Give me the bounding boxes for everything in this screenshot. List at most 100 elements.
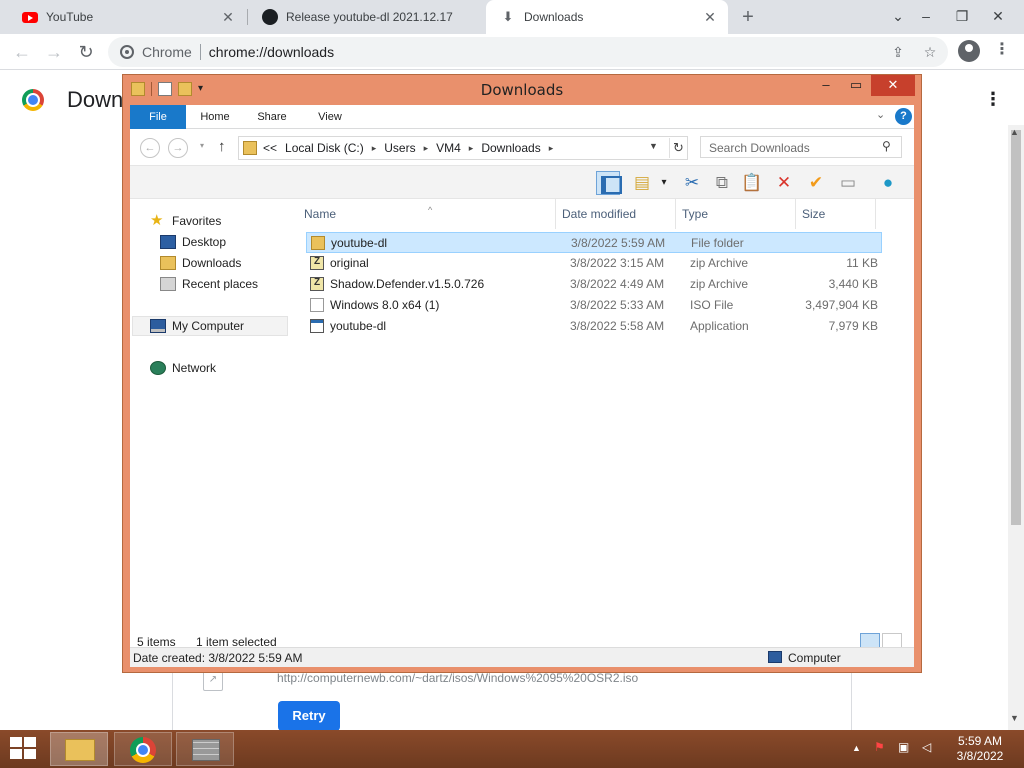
close-icon[interactable]: ✕ xyxy=(702,9,718,25)
organize-dropdown-icon[interactable]: ▾ xyxy=(652,171,676,195)
address-bar[interactable]: Chrome chrome://downloads ⇪ ☆ xyxy=(108,37,948,67)
close-window-button[interactable]: ✕ xyxy=(984,4,1012,28)
page-menu-icon[interactable]: ⋮ xyxy=(984,89,1002,110)
chevron-right-icon[interactable]: ▸ xyxy=(424,143,429,154)
minimize-button[interactable]: – xyxy=(912,4,940,28)
expand-ribbon-icon[interactable]: ⌄ xyxy=(876,108,885,121)
close-window-button[interactable]: ✕ xyxy=(871,75,915,96)
breadcrumb-downloads[interactable]: Downloads xyxy=(481,141,540,155)
folder-icon[interactable] xyxy=(131,82,145,96)
refresh-icon[interactable]: ↻ xyxy=(669,138,687,158)
retry-button[interactable]: Retry xyxy=(278,701,340,731)
network-icon xyxy=(150,361,166,375)
star-icon: ★ xyxy=(150,212,164,229)
chevron-right-icon[interactable]: ▸ xyxy=(549,143,554,154)
ribbon-tab-file[interactable]: File xyxy=(130,105,186,129)
omnibox-origin: Chrome xyxy=(142,44,192,60)
column-header-date[interactable]: Date modified xyxy=(556,199,676,229)
file-row[interactable]: Shadow.Defender.v1.5.0.726 3/8/2022 4:49 … xyxy=(306,274,882,295)
network-tray-icon[interactable]: ▣ xyxy=(898,740,909,754)
page-scrollbar[interactable] xyxy=(1008,125,1024,730)
restore-button[interactable]: ❐ xyxy=(948,4,976,28)
column-header-size[interactable]: Size xyxy=(796,199,876,229)
properties-icon[interactable] xyxy=(158,82,172,96)
tab-youtube[interactable]: YouTube ✕ xyxy=(8,0,246,34)
new-tab-button[interactable]: + xyxy=(738,7,758,27)
download-url[interactable]: http://computernewb.com/~dartz/isos/Wind… xyxy=(277,671,638,685)
ribbon-tab-view[interactable]: View xyxy=(304,105,356,129)
column-header-name[interactable]: Name ^ xyxy=(298,199,556,229)
action-center-flag-icon[interactable]: ⚑ xyxy=(874,740,885,754)
copy-icon[interactable]: ⧉ xyxy=(710,171,734,195)
scroll-up-icon[interactable]: ▲ xyxy=(1010,127,1019,137)
bookmark-star-icon[interactable]: ☆ xyxy=(918,37,942,67)
start-button[interactable] xyxy=(10,737,38,761)
nav-downloads[interactable]: Downloads xyxy=(160,253,241,273)
recent-locations-icon[interactable]: ▾ xyxy=(200,141,204,150)
rename-icon[interactable]: ▭ xyxy=(836,171,860,195)
up-button[interactable]: ↑ xyxy=(218,138,226,155)
breadcrumb-local-disk[interactable]: Local Disk (C:) xyxy=(285,141,364,155)
delete-icon[interactable]: ✕ xyxy=(772,171,796,195)
close-icon[interactable]: ✕ xyxy=(220,9,236,25)
ribbon: File Home Share View ⌄ ? xyxy=(130,105,914,129)
tab-downloads[interactable]: ⬇ Downloads ✕ xyxy=(486,0,728,34)
chrome-menu-icon[interactable]: ⋮ xyxy=(994,42,1010,58)
new-folder-icon[interactable] xyxy=(178,82,192,96)
chevron-down-icon[interactable]: ▼ xyxy=(649,141,658,151)
nav-network[interactable]: Network xyxy=(150,358,216,378)
file-row[interactable]: youtube-dl 3/8/2022 5:59 AM File folder xyxy=(306,232,882,253)
column-header-type[interactable]: Type xyxy=(676,199,796,229)
application-icon xyxy=(310,319,324,333)
preview-pane-icon[interactable] xyxy=(596,171,622,195)
back-button[interactable]: ← xyxy=(140,138,160,158)
back-button[interactable]: ← xyxy=(10,40,34,64)
properties-check-icon[interactable]: ✔ xyxy=(804,171,828,195)
breadcrumb-users[interactable]: Users xyxy=(384,141,415,155)
show-hidden-icons-icon[interactable]: ▲ xyxy=(852,743,861,753)
volume-muted-icon[interactable]: ◁ xyxy=(922,740,931,754)
explorer-titlebar[interactable]: Downloads ▾ – ▭ ✕ xyxy=(123,75,921,105)
share-icon[interactable]: ⇪ xyxy=(886,37,910,67)
help-icon[interactable]: ? xyxy=(895,108,912,125)
search-icon[interactable]: ⚲ xyxy=(882,139,908,153)
minimize-button[interactable]: – xyxy=(813,75,839,96)
chevron-right-icon[interactable]: ▸ xyxy=(469,143,474,154)
forward-button[interactable]: → xyxy=(42,40,66,64)
file-name: Windows 8.0 x64 (1) xyxy=(330,298,440,312)
nav-desktop[interactable]: Desktop xyxy=(160,232,226,252)
nav-recent-places[interactable]: Recent places xyxy=(160,274,258,294)
breadcrumb-overflow[interactable]: << xyxy=(263,141,277,155)
system-clock[interactable]: 5:59 AM 3/8/2022 xyxy=(944,734,1016,764)
file-row[interactable]: original 3/8/2022 3:15 AM zip Archive 11 KB xyxy=(306,253,882,274)
ribbon-tab-home[interactable]: Home xyxy=(190,105,240,129)
scroll-down-icon[interactable]: ▼ xyxy=(1010,713,1019,723)
file-name: original xyxy=(330,256,369,270)
shell-icon[interactable]: ● xyxy=(876,171,900,195)
customize-dropdown-icon[interactable]: ▾ xyxy=(198,82,208,96)
ribbon-tab-share[interactable]: Share xyxy=(246,105,298,129)
quick-access-toolbar: ▾ xyxy=(131,82,208,98)
taskbar-firewall[interactable] xyxy=(176,732,234,766)
taskbar-chrome[interactable] xyxy=(114,732,172,766)
tab-search-icon[interactable]: ⌄ xyxy=(884,4,912,28)
profile-avatar-icon[interactable] xyxy=(958,40,980,62)
file-row[interactable]: youtube-dl 3/8/2022 5:58 AM Application 7,9… xyxy=(306,316,882,337)
forward-button[interactable]: → xyxy=(168,138,188,158)
file-row[interactable]: Windows 8.0 x64 (1) 3/8/2022 5:33 AM ISO F… xyxy=(306,295,882,316)
taskbar-explorer[interactable] xyxy=(50,732,108,766)
breadcrumb-vm4[interactable]: VM4 xyxy=(436,141,461,155)
maximize-button[interactable]: ▭ xyxy=(843,75,869,96)
omnibox-url: chrome://downloads xyxy=(208,44,335,60)
nav-favorites[interactable]: ★ Favorites xyxy=(150,211,221,231)
organize-icon[interactable]: ▤ xyxy=(630,171,654,195)
scrollbar-thumb[interactable] xyxy=(1011,130,1021,525)
explorer-address-bar[interactable]: << Local Disk (C:) ▸ Users ▸ VM4 ▸ Downl… xyxy=(238,136,688,160)
search-input[interactable]: Search Downloads xyxy=(700,136,902,158)
reload-button[interactable]: ↻ xyxy=(74,40,98,64)
nav-my-computer[interactable]: My Computer xyxy=(132,316,288,336)
tab-github-release[interactable]: Release youtube-dl 2021.12.17 xyxy=(248,0,486,34)
paste-icon[interactable]: 📋 xyxy=(740,171,764,195)
chevron-right-icon[interactable]: ▸ xyxy=(372,143,377,154)
cut-icon[interactable]: ✂ xyxy=(680,171,704,195)
